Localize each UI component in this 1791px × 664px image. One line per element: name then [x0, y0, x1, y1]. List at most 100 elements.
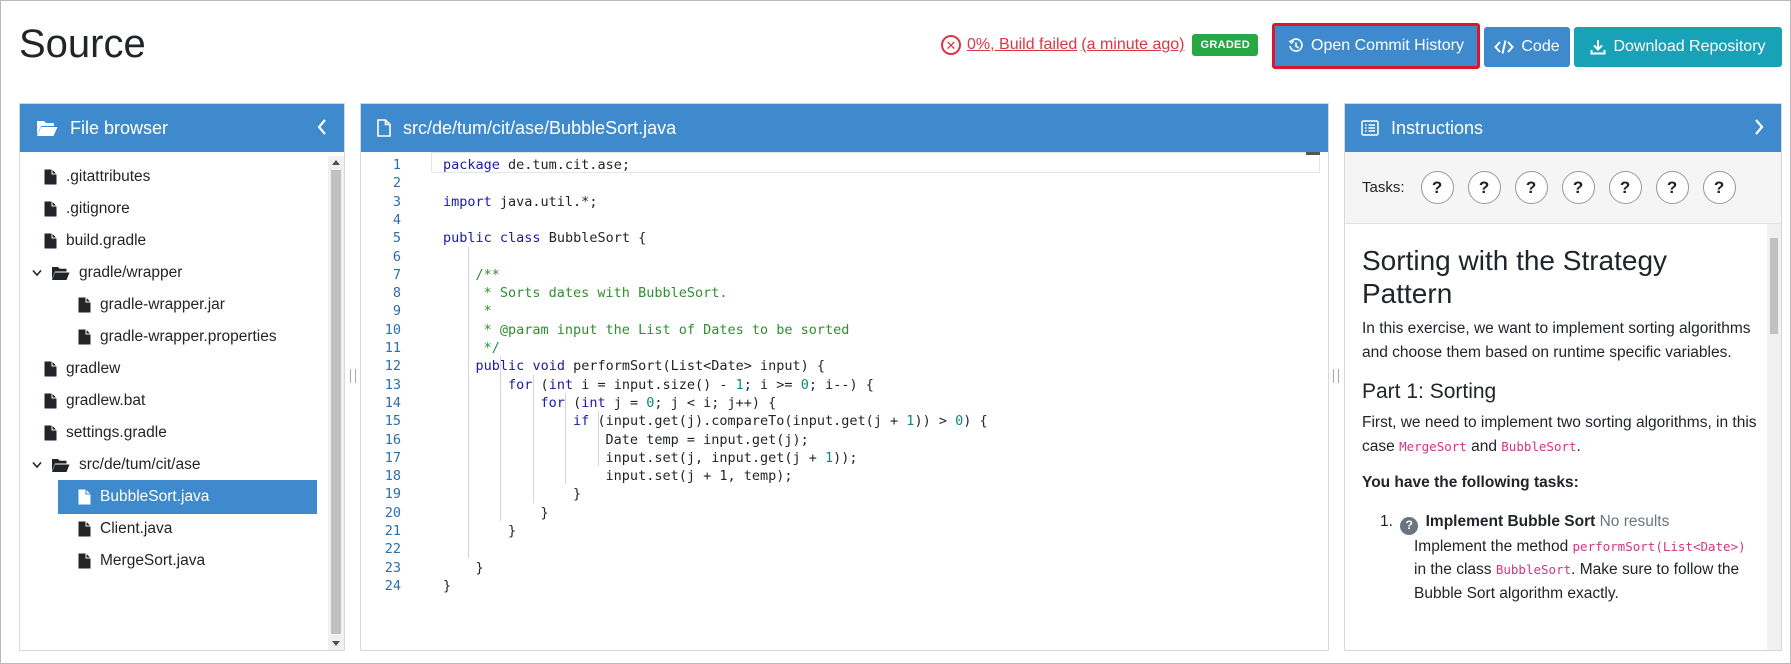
- instructions-scroll-thumb[interactable]: [1770, 238, 1778, 334]
- task-item: 1. ? Implement Bubble Sort No results: [1380, 510, 1761, 535]
- scroll-thumb[interactable]: [331, 170, 341, 634]
- task-chip[interactable]: ?: [1655, 171, 1689, 204]
- instructions-scrollbar[interactable]: [1767, 224, 1781, 650]
- task-description: Implement the method performSort(List<Da…: [1414, 537, 1746, 602]
- inline-code-performsort: performSort(List<Date>): [1572, 538, 1746, 554]
- task-chip[interactable]: ?: [1561, 171, 1595, 204]
- tree-file[interactable]: gradlew: [44, 352, 120, 386]
- indent-guide: [467, 246, 469, 558]
- tree-folder[interactable]: gradle/wrapper: [32, 256, 182, 290]
- task-chip[interactable]: ?: [1702, 171, 1736, 204]
- tree-folder[interactable]: src/de/tum/cit/ase: [32, 448, 200, 482]
- file-icon: [78, 553, 91, 569]
- tree-file[interactable]: BubbleSort.java: [58, 480, 317, 514]
- tree-item-label: settings.gradle: [66, 424, 167, 441]
- open-commit-history-button[interactable]: Open Commit History: [1272, 23, 1480, 69]
- file-icon: [44, 425, 57, 441]
- file-icon: [44, 201, 57, 217]
- expand-chevron-icon[interactable]: [1753, 118, 1765, 136]
- tree-item-label: BubbleSort.java: [100, 488, 210, 505]
- tree-item-label: MergeSort.java: [100, 552, 206, 569]
- build-result-link[interactable]: 0%, Build failed: [967, 36, 1077, 54]
- indent-guide: [532, 374, 534, 503]
- editor-header: src/de/tum/cit/ase/BubbleSort.java: [361, 104, 1328, 152]
- indent-guide: [565, 392, 567, 485]
- task-status-question-icon[interactable]: ?: [1400, 516, 1419, 535]
- editor-file-path: src/de/tum/cit/ase/BubbleSort.java: [403, 117, 677, 138]
- code-area[interactable]: 1 package de.tum.cit.ase; 2 3 import java.ut…: [361, 152, 1328, 650]
- build-time-link[interactable]: (a minute ago): [1081, 36, 1184, 54]
- tree-file[interactable]: .gitignore: [44, 192, 130, 226]
- file-icon: [44, 233, 57, 249]
- build-failed-icon: ✕: [941, 35, 961, 55]
- file-icon: [377, 119, 391, 137]
- task-result-status[interactable]: No results: [1600, 513, 1670, 530]
- task-chip[interactable]: ?: [1608, 171, 1642, 204]
- instructions-header: Instructions: [1345, 104, 1781, 152]
- indent-guide: [500, 356, 502, 521]
- tree-item-label: gradle-wrapper.properties: [100, 328, 277, 345]
- folder-open-icon: [37, 121, 58, 136]
- inline-code-bubblesort-class: BubbleSort: [1495, 562, 1572, 578]
- code-editor-panel: src/de/tum/cit/ase/BubbleSort.java 1 pack…: [360, 103, 1329, 651]
- tree-file[interactable]: .gitattributes: [44, 160, 150, 194]
- tree-item-label: gradle/wrapper: [79, 264, 183, 281]
- download-repository-label: Download Repository: [1613, 38, 1766, 55]
- tasks-heading: You have the following tasks:: [1362, 474, 1579, 491]
- instructions-body: Sorting with the Strategy Pattern In thi…: [1362, 224, 1761, 650]
- file-browser-title: File browser: [70, 117, 169, 138]
- tree-item-label: src/de/tum/cit/ase: [79, 456, 201, 473]
- tasks-label: Tasks:: [1362, 179, 1405, 196]
- tree-item-label: gradle-wrapper.jar: [100, 296, 225, 313]
- resize-handle-left[interactable]: [350, 369, 356, 383]
- chevron-down-icon[interactable]: [32, 461, 42, 469]
- folder-open-icon: [52, 458, 70, 472]
- exercise-heading: Sorting with the Strategy Pattern: [1362, 245, 1668, 309]
- task-chip[interactable]: ?: [1420, 171, 1454, 204]
- folder-open-icon: [52, 266, 70, 280]
- task-title: Implement Bubble Sort: [1425, 513, 1596, 530]
- part1-text: First, we need to implement two sorting …: [1362, 414, 1757, 455]
- tree-file[interactable]: gradlew.bat: [44, 384, 145, 418]
- build-status: ✕ 0%, Build failed (a minute ago) GRADED: [941, 33, 1258, 57]
- file-browser-header: File browser: [20, 104, 344, 152]
- tree-item-label: Client.java: [100, 520, 173, 537]
- resize-handle-right[interactable]: [1333, 369, 1339, 383]
- download-icon: [1590, 40, 1606, 55]
- code-button[interactable]: Code: [1484, 27, 1570, 67]
- file-browser-panel: File browser .gitattributes .gitignore bui…: [19, 103, 345, 651]
- history-icon: [1288, 38, 1303, 52]
- graded-badge: GRADED: [1192, 34, 1258, 56]
- code-icon: [1494, 40, 1515, 54]
- tree-file[interactable]: Client.java: [58, 512, 172, 546]
- task-chip[interactable]: ?: [1514, 171, 1548, 204]
- code-line: 24}: [361, 576, 1328, 597]
- file-icon: [78, 521, 91, 537]
- tree-item-label: gradlew.bat: [66, 392, 146, 409]
- tree-file[interactable]: MergeSort.java: [58, 544, 205, 578]
- file-tree-scrollbar[interactable]: [328, 156, 344, 650]
- file-icon: [44, 361, 57, 377]
- tree-file[interactable]: gradle-wrapper.jar: [58, 288, 225, 322]
- scroll-down-arrow-icon[interactable]: [332, 641, 340, 646]
- file-tree: .gitattributes .gitignore build.gradle grad…: [20, 152, 344, 650]
- download-repository-button[interactable]: Download Repository: [1574, 27, 1782, 67]
- inline-code-mergesort: MergeSort: [1399, 438, 1467, 454]
- scroll-up-arrow-icon[interactable]: [332, 160, 340, 165]
- collapse-chevron-icon[interactable]: [316, 118, 328, 136]
- open-commit-history-label: Open Commit History: [1311, 37, 1464, 54]
- exercise-intro: In this exercise, we want to implement s…: [1362, 320, 1751, 361]
- chevron-down-icon[interactable]: [32, 269, 42, 277]
- inline-code-bubblesort: BubbleSort: [1501, 438, 1577, 454]
- page-title: Source: [19, 22, 146, 66]
- line-number: 24: [384, 577, 401, 594]
- tree-file[interactable]: gradle-wrapper.properties: [58, 320, 277, 354]
- tree-item-label: .gitattributes: [66, 168, 151, 185]
- tree-file[interactable]: build.gradle: [44, 224, 146, 258]
- tree-file[interactable]: settings.gradle: [44, 416, 167, 450]
- task-chip[interactable]: ?: [1467, 171, 1501, 204]
- file-icon: [44, 393, 57, 409]
- file-icon: [78, 329, 91, 345]
- code-text: }: [443, 577, 452, 594]
- indent-guide: [598, 411, 599, 467]
